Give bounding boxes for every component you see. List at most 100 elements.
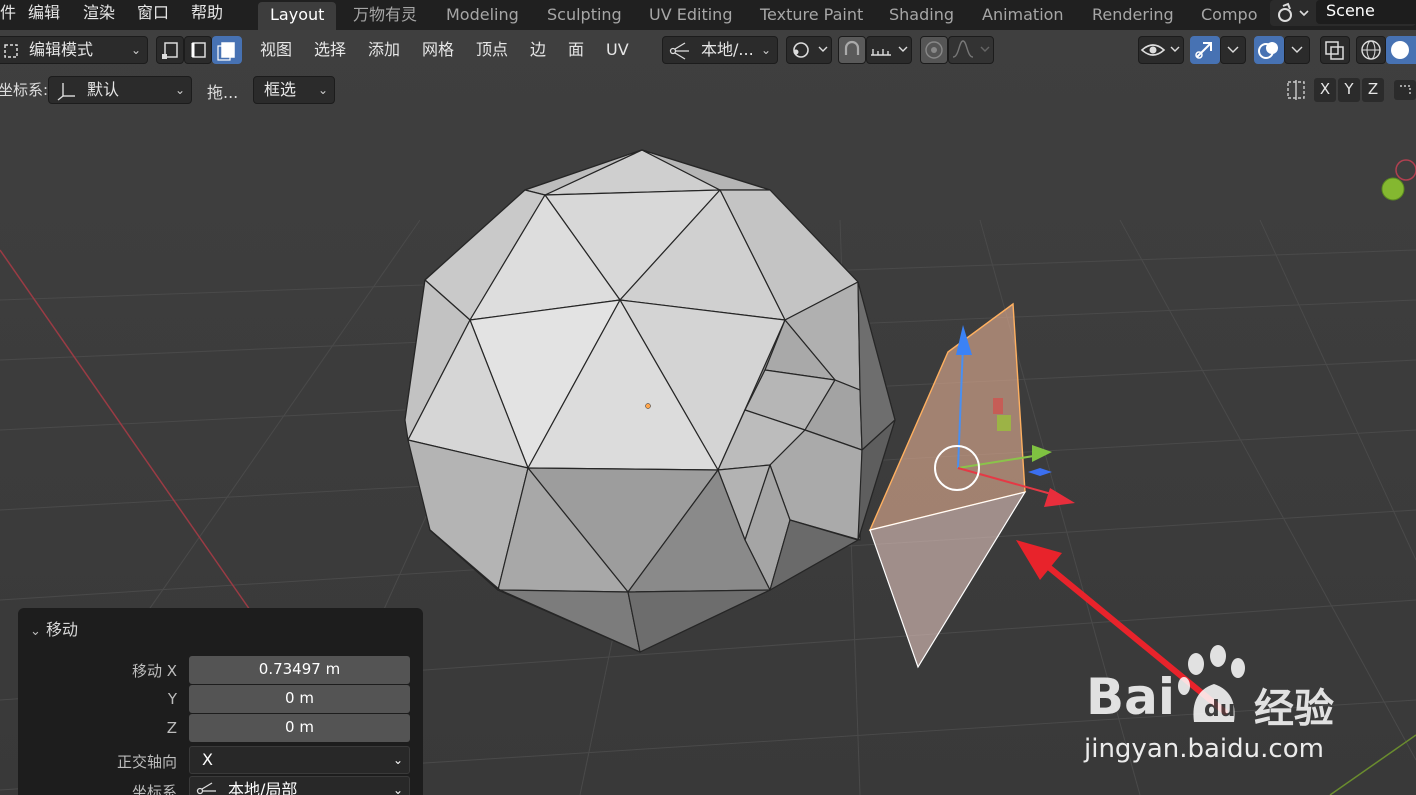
mode-selector[interactable]: 编辑模式 ⌄: [0, 36, 148, 64]
tab-layout[interactable]: Layout: [258, 2, 337, 30]
tab-animation[interactable]: Animation: [970, 2, 1076, 30]
edit-mode-icon: [4, 44, 18, 58]
drag-label[interactable]: 拖...: [207, 79, 238, 103]
transform-orientation-dropdown[interactable]: 本地/... ⌄: [662, 36, 778, 64]
magnet-icon: [844, 40, 860, 55]
paw-logo-icon: du: [1178, 645, 1245, 722]
menu-vertex[interactable]: 顶点: [476, 40, 508, 60]
edge-select-icon: [191, 42, 206, 58]
orientation-label: 坐标系: [131, 783, 177, 795]
menu-help[interactable]: 帮助: [191, 2, 223, 26]
overlays-toggle[interactable]: [1254, 36, 1284, 64]
increment-icon: [871, 46, 908, 56]
gizmo-dropdown[interactable]: [1220, 36, 1246, 64]
tab-compositing[interactable]: Compo: [1189, 2, 1270, 30]
mirror-y-toggle[interactable]: Y: [1338, 78, 1360, 102]
orientation-icon: [669, 42, 689, 60]
menu-select[interactable]: 选择: [314, 40, 346, 60]
gizmo-toggle[interactable]: [1190, 36, 1220, 64]
proportional-edit-toggle[interactable]: [920, 36, 948, 64]
move-operator-panel: ⌄ 移动 移动 X 0.73497 m Y 0 m Z 0 m 正交轴向 X ⌄…: [18, 608, 423, 795]
select-mode-dropdown[interactable]: 框选 ⌄: [253, 76, 335, 104]
overlays-dropdown[interactable]: [1284, 36, 1310, 64]
snap-target-dropdown[interactable]: [866, 36, 912, 64]
topology-mirror-icon[interactable]: [1392, 78, 1416, 102]
mode-label: 编辑模式: [29, 40, 94, 59]
face-select-button[interactable]: [212, 36, 242, 64]
menu-face[interactable]: 面: [568, 40, 584, 60]
chevron-down-icon: ⌄: [174, 83, 185, 97]
chevron-down-icon: ⌄: [392, 783, 403, 795]
coordinate-system-label: 坐标系:: [0, 81, 49, 99]
orientation-icon: [196, 782, 216, 795]
move-z-field[interactable]: 0 m: [189, 714, 410, 742]
pivot-point-dropdown[interactable]: [786, 36, 832, 64]
vertex-select-button[interactable]: [156, 36, 184, 64]
menu-window[interactable]: 窗口: [137, 2, 169, 26]
move-z-label: Z: [166, 719, 177, 737]
watermark-brand-right: 经验: [1254, 686, 1334, 732]
svg-text:du: du: [1204, 697, 1235, 722]
chevron-down-icon: [1227, 46, 1239, 53]
top-menu-bar: 件 编辑 渲染 窗口 帮助 Layout 万物有灵 Modeling Sculp…: [0, 0, 1416, 30]
tab-sculpting[interactable]: Sculpting: [535, 2, 634, 30]
tab-modeling[interactable]: Modeling: [434, 2, 531, 30]
menu-edit[interactable]: 编辑: [28, 2, 60, 26]
move-x-field[interactable]: 0.73497 m: [189, 656, 410, 684]
mirror-icon[interactable]: [1284, 78, 1310, 102]
tab-texture-paint[interactable]: Texture Paint: [748, 2, 875, 30]
menu-uv[interactable]: UV: [606, 40, 629, 60]
visibility-dropdown[interactable]: [1138, 36, 1184, 64]
select-mode-value: 框选: [264, 80, 297, 99]
pivot-icon: [793, 42, 828, 58]
transform-axes-icon: [57, 83, 75, 101]
orientation-dropdown[interactable]: 本地/局部 ⌄: [189, 776, 410, 795]
wireframe-shading-button[interactable]: [1356, 36, 1386, 64]
constraint-axis-dropdown[interactable]: X ⌄: [189, 746, 410, 774]
edge-select-button[interactable]: [184, 36, 212, 64]
snap-toggle[interactable]: [838, 36, 866, 64]
solid-shading-button[interactable]: [1386, 36, 1416, 64]
tab-wanwu[interactable]: 万物有灵: [341, 2, 429, 30]
chevron-down-icon: ⌄: [30, 624, 41, 639]
coordinate-system-value: 默认: [87, 80, 120, 99]
move-x-label: 移动 X: [131, 662, 177, 680]
chevron-down-icon: ⌄: [392, 753, 403, 767]
chevron-down-icon: ⌄: [760, 43, 771, 57]
menu-mesh[interactable]: 网格: [422, 40, 454, 60]
solid-sphere-icon: [1391, 41, 1409, 59]
transform-orientation-label: 本地/...: [701, 40, 754, 59]
xray-toggle[interactable]: [1320, 36, 1350, 64]
object-origin: [645, 403, 651, 409]
baidu-jingyan-watermark: Bai du 经验 jingyan.baidu.com: [1082, 640, 1382, 770]
overlays-icon: [1258, 42, 1278, 59]
gizmo-icon: [1195, 42, 1212, 59]
chevron-down-icon: ⌄: [317, 83, 328, 97]
chevron-down-icon: [1291, 46, 1303, 53]
falloff-curve-icon: [952, 40, 990, 58]
menu-edge[interactable]: 边: [530, 40, 546, 60]
eye-icon: [1140, 44, 1180, 56]
menu-add[interactable]: 添加: [368, 40, 400, 60]
menu-view[interactable]: 视图: [260, 40, 292, 60]
orientation-value: 本地/局部: [228, 780, 298, 795]
menu-render[interactable]: 渲染: [83, 2, 115, 26]
tab-shading[interactable]: Shading: [877, 2, 966, 30]
watermark-brand-left: Bai: [1086, 668, 1175, 726]
wireframe-sphere-icon: [1361, 40, 1381, 60]
scene-name-field[interactable]: Scene: [1316, 0, 1416, 24]
operator-title: 移动: [46, 620, 79, 639]
menu-file[interactable]: 件: [0, 2, 16, 26]
tab-uv-editing[interactable]: UV Editing: [637, 2, 744, 30]
tab-rendering[interactable]: Rendering: [1080, 2, 1186, 30]
move-y-field[interactable]: 0 m: [189, 685, 410, 713]
falloff-dropdown[interactable]: [948, 36, 994, 64]
xray-icon: [1325, 41, 1344, 60]
proportional-edit-icon: [925, 41, 943, 59]
watermark-url: jingyan.baidu.com: [1084, 734, 1324, 764]
scene-icon: [1278, 2, 1309, 22]
mirror-z-toggle[interactable]: Z: [1362, 78, 1384, 102]
coordinate-system-dropdown[interactable]: 默认 ⌄: [48, 76, 192, 104]
mirror-x-toggle[interactable]: X: [1314, 78, 1336, 102]
operator-header[interactable]: ⌄ 移动: [30, 616, 78, 640]
